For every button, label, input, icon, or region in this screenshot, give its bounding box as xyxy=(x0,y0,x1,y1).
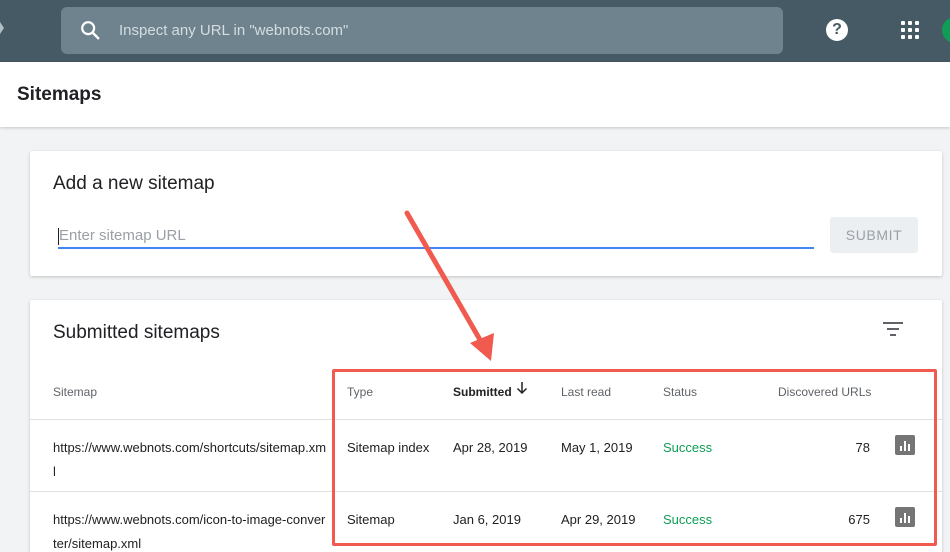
add-sitemap-card: Add a new sitemap SUBMIT xyxy=(30,151,942,276)
submitted-date-cell: Jan 6, 2019 xyxy=(453,512,521,527)
column-header-submitted[interactable]: Submitted xyxy=(453,385,512,399)
status-cell: Success xyxy=(663,512,713,527)
submit-button[interactable]: SUBMIT xyxy=(830,217,918,253)
last-read-cell: May 1, 2019 xyxy=(561,440,633,455)
column-header-type[interactable]: Type xyxy=(347,385,373,399)
apps-grid-icon[interactable] xyxy=(901,21,919,39)
column-header-sitemap[interactable]: Sitemap xyxy=(53,385,97,399)
menu-edge-icon[interactable] xyxy=(0,22,4,34)
table-row[interactable]: https://www.webnots.com/shortcuts/sitema… xyxy=(30,420,942,492)
page-title: Sitemaps xyxy=(17,84,102,105)
arrow-down-icon[interactable] xyxy=(515,380,529,396)
sitemap-url-cell: https://www.webnots.com/icon-to-image-co… xyxy=(53,512,326,551)
discovered-urls-cell: 78 xyxy=(855,440,870,455)
submitted-sitemaps-card: Submitted sitemaps Sitemap Type Submitte… xyxy=(30,300,942,552)
submitted-date-cell: Apr 28, 2019 xyxy=(453,440,528,455)
column-header-status[interactable]: Status xyxy=(663,385,697,399)
page-header: Sitemaps xyxy=(0,62,950,127)
search-icon[interactable] xyxy=(79,19,101,41)
bar-chart-icon[interactable] xyxy=(895,507,915,527)
discovered-urls-cell: 675 xyxy=(848,512,870,527)
filter-icon[interactable] xyxy=(883,322,903,336)
add-sitemap-title: Add a new sitemap xyxy=(53,173,215,194)
account-avatar[interactable] xyxy=(942,17,950,43)
column-header-last-read[interactable]: Last read xyxy=(561,385,611,399)
last-read-cell: Apr 29, 2019 xyxy=(561,512,636,527)
status-cell: Success xyxy=(663,440,713,455)
sitemap-url-cell: https://www.webnots.com/shortcuts/sitema… xyxy=(53,440,327,479)
table-row[interactable]: https://www.webnots.com/icon-to-image-co… xyxy=(30,492,942,552)
search-input[interactable] xyxy=(119,7,759,54)
sitemap-url-input[interactable] xyxy=(58,224,814,249)
column-header-discovered-urls[interactable]: Discovered URLs xyxy=(778,385,871,399)
text-cursor xyxy=(58,228,59,245)
bar-chart-icon[interactable] xyxy=(895,435,915,455)
submitted-sitemaps-title: Submitted sitemaps xyxy=(53,322,220,343)
type-cell: Sitemap index xyxy=(347,440,430,455)
help-icon[interactable]: ? xyxy=(826,19,848,41)
type-cell: Sitemap xyxy=(347,512,395,527)
url-inspection-search[interactable] xyxy=(61,7,783,54)
table-header: Sitemap Type Submitted Last read Status … xyxy=(30,370,942,420)
top-app-bar: ? xyxy=(0,0,950,62)
